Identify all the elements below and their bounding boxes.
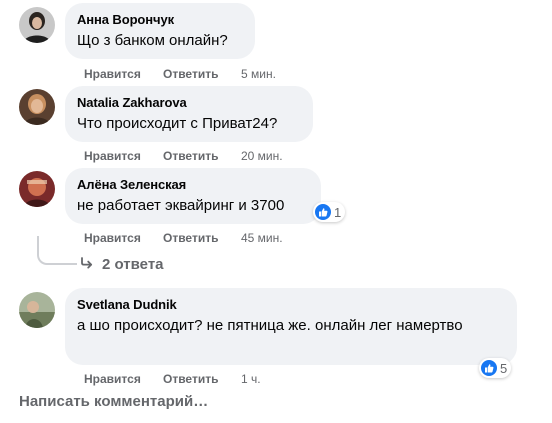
comment-text: Що з банком онлайн? — [77, 32, 228, 49]
avatar[interactable] — [19, 7, 55, 43]
comment-bubble: Svetlana Dudnik а шо происходит? не пятн… — [65, 288, 517, 365]
like-button[interactable]: Нравится — [84, 66, 163, 82]
comment-text: Что происходит с Приват24? — [77, 115, 278, 132]
comment-actions: Нравится Ответить 1 ч. — [84, 371, 261, 387]
avatar[interactable] — [19, 89, 55, 125]
reply-button[interactable]: Ответить — [163, 148, 241, 164]
view-replies-link[interactable]: 2 ответа — [80, 256, 164, 273]
like-button[interactable]: Нравится — [84, 148, 163, 164]
thumbs-up-icon — [481, 360, 497, 376]
comment-author[interactable]: Svetlana Dudnik — [77, 296, 505, 313]
comment-actions: Нравится Ответить 20 мин. — [84, 148, 283, 164]
reaction-number: 1 — [334, 204, 342, 220]
comment-actions: Нравится Ответить 45 мин. — [84, 230, 283, 246]
thread-connector — [37, 236, 77, 265]
comment-actions: Нравится Ответить 5 мин. — [84, 66, 276, 82]
comment-author[interactable]: Natalia Zakharova — [77, 94, 301, 111]
reply-button[interactable]: Ответить — [163, 230, 241, 246]
avatar[interactable] — [19, 292, 55, 328]
comment-text: не работает эквайринг и 3700 — [77, 197, 285, 214]
like-button[interactable]: Нравится — [84, 230, 163, 246]
comment-bubble: Алёна Зеленская не работает эквайринг и … — [65, 168, 321, 224]
comment-bubble: Natalia Zakharova Что происходит с Прива… — [65, 86, 313, 142]
reaction-count[interactable]: 5 — [479, 358, 512, 378]
comment-time[interactable]: 5 мин. — [241, 66, 276, 82]
reply-button[interactable]: Ответить — [163, 66, 241, 82]
comment-author[interactable]: Анна Ворончук — [77, 11, 243, 28]
write-comment-input[interactable]: Написать комментарий… — [19, 393, 208, 410]
reply-button[interactable]: Ответить — [163, 371, 241, 387]
thumbs-up-icon — [315, 204, 331, 220]
comment-bubble: Анна Ворончук Що з банком онлайн? — [65, 3, 255, 59]
comment-time[interactable]: 20 мин. — [241, 148, 283, 164]
comment-text: а шо происходит? не пятница же. онлайн л… — [77, 317, 463, 334]
reaction-count[interactable]: 1 — [313, 202, 346, 222]
reaction-number: 5 — [500, 360, 508, 376]
reply-arrow-icon — [80, 256, 94, 273]
comment-author[interactable]: Алёна Зеленская — [77, 176, 309, 193]
replies-label: 2 ответа — [102, 256, 164, 273]
comment-time[interactable]: 1 ч. — [241, 371, 261, 387]
like-button[interactable]: Нравится — [84, 371, 163, 387]
comment-time[interactable]: 45 мин. — [241, 230, 283, 246]
avatar[interactable] — [19, 171, 55, 207]
